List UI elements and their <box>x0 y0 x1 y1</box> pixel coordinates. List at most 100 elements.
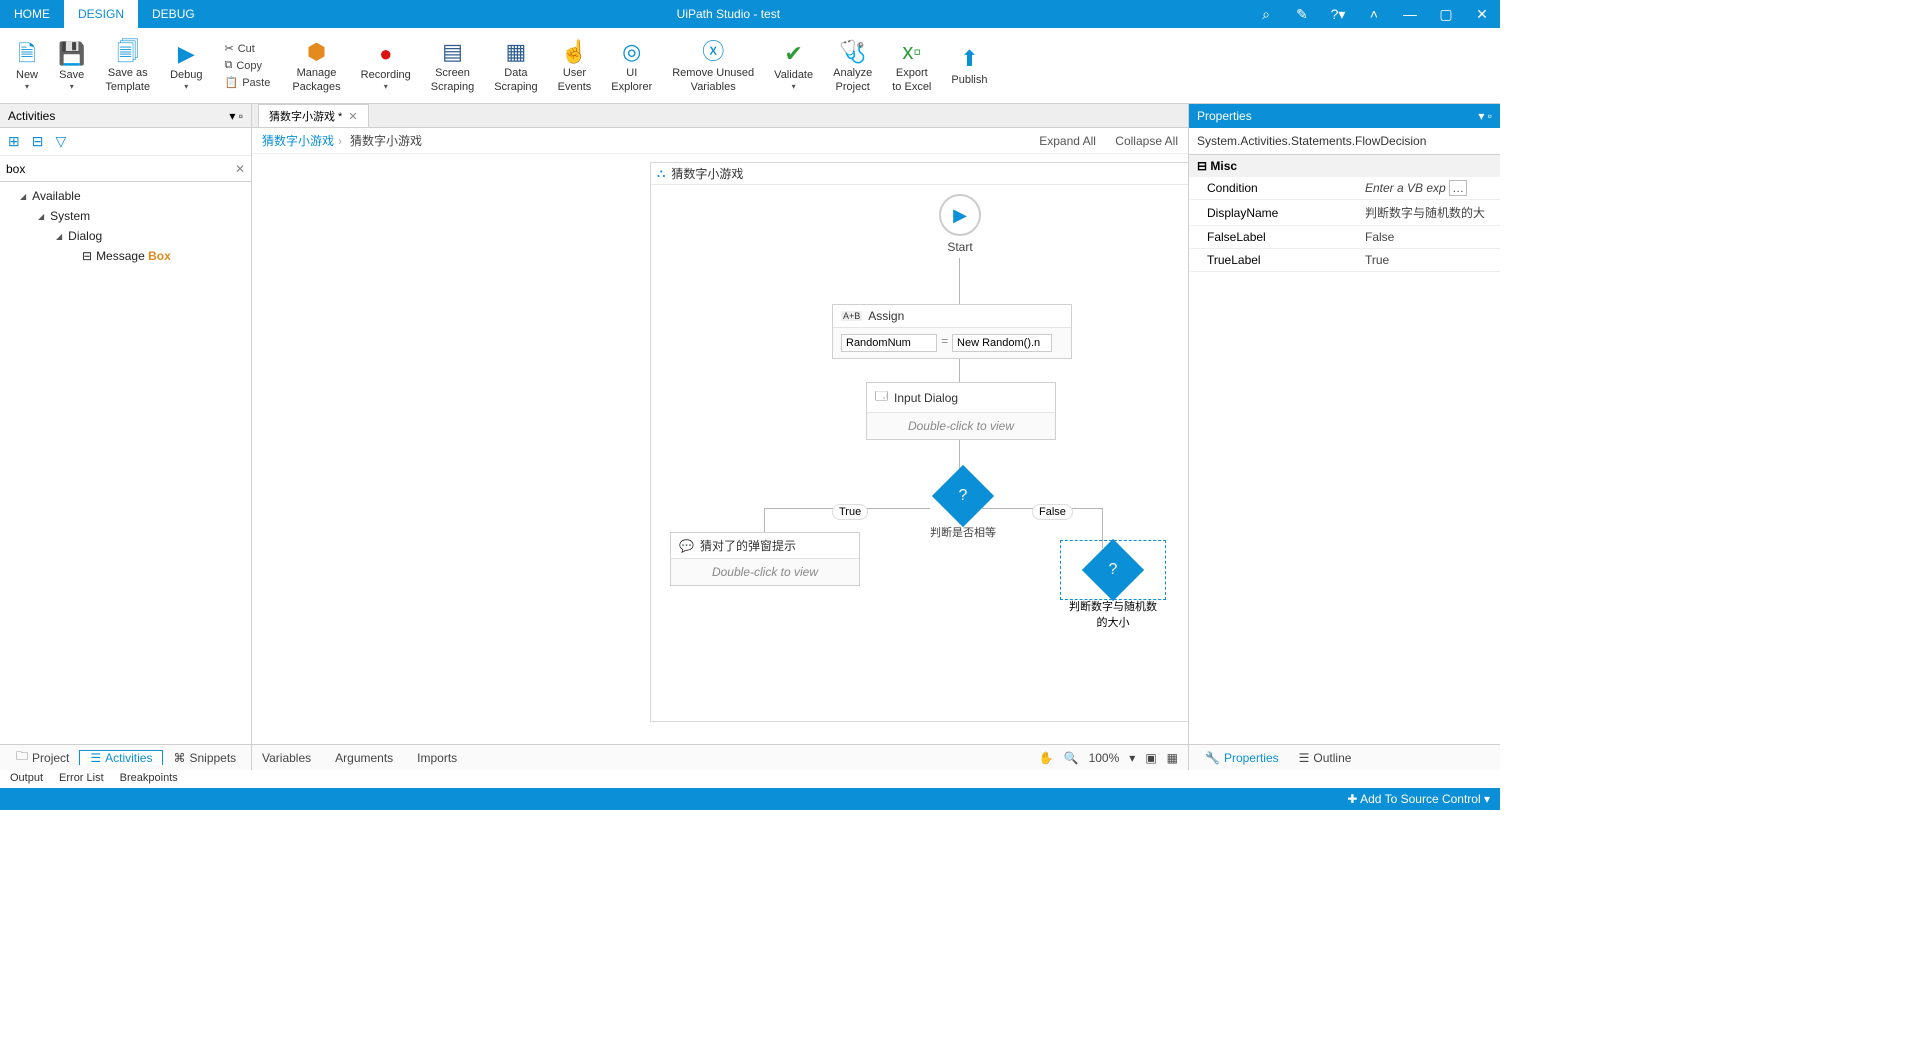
ribbon-validate[interactable]: ✔Validate▾ <box>764 30 823 101</box>
activities-search-input[interactable] <box>6 162 235 176</box>
flow-decision-1[interactable]: ? 判断是否相等 <box>930 474 996 540</box>
fit-icon[interactable]: ▣ <box>1145 751 1156 765</box>
ribbon-save-as-template[interactable]: 🗐Save as Template <box>95 30 160 101</box>
prop-displayname[interactable]: DisplayName 判断数字与随机数的大 <box>1189 200 1500 226</box>
tab-activities[interactable]: ☰Activities <box>79 750 163 765</box>
ribbon-copy[interactable]: ⧉Copy <box>218 57 276 74</box>
help-icon[interactable]: ?▾ <box>1320 6 1356 23</box>
ribbon-recording[interactable]: ●Recording▾ <box>351 30 421 101</box>
left-bottom-tabs: 🗀Project ☰Activities ⌘Snippets <box>0 744 251 770</box>
breakpoints-tab[interactable]: Breakpoints <box>120 772 178 786</box>
tab-design[interactable]: DESIGN <box>64 0 138 28</box>
ribbon-remove-unused-variables[interactable]: ⓧRemove Unused Variables <box>662 30 764 101</box>
tree-available[interactable]: Available <box>6 186 245 206</box>
pan-icon[interactable]: ✋ <box>1039 751 1054 765</box>
prop-value[interactable]: False <box>1359 226 1500 248</box>
equals-label: = <box>941 334 948 352</box>
filter-icon[interactable]: ▽ <box>55 133 66 150</box>
ribbon-data-scraping[interactable]: ▦Data Scraping <box>484 30 547 101</box>
assign-icon: A+B <box>841 311 862 321</box>
maximize-icon[interactable]: ▢ <box>1428 6 1464 23</box>
start-node[interactable]: ▶ Start <box>938 194 982 258</box>
tab-properties[interactable]: 🔧Properties <box>1195 751 1289 765</box>
tab-outline[interactable]: ☰Outline <box>1289 751 1362 765</box>
arguments-tab[interactable]: Arguments <box>335 751 393 765</box>
prop-value[interactable]: 判断数字与随机数的大 <box>1359 200 1500 225</box>
tree-message-box[interactable]: ⊟ Message Box <box>6 246 245 266</box>
overview-icon[interactable]: ▦ <box>1167 751 1178 765</box>
zoom-value[interactable]: 100% <box>1089 751 1120 765</box>
copy-icon: ⧉ <box>224 59 232 72</box>
assign-activity[interactable]: A+BAssign = <box>832 304 1072 359</box>
workflow-canvas[interactable]: ⛬ 猜数字小游戏 ! ▶ Start A+BAssign = <box>252 154 1188 744</box>
prop-truelabel[interactable]: TrueLabel True <box>1189 249 1500 272</box>
false-label: False <box>1032 504 1073 520</box>
imports-tab[interactable]: Imports <box>417 751 457 765</box>
feedback-icon[interactable]: ✎ <box>1284 6 1320 23</box>
collapse-all[interactable]: Collapse All <box>1115 134 1178 148</box>
assign-to-input[interactable] <box>841 334 937 352</box>
tab-home[interactable]: HOME <box>0 0 64 28</box>
source-control-button[interactable]: ✚ Add To Source Control ▾ <box>1347 792 1490 806</box>
flowchart-icon: ⛬ <box>657 166 665 181</box>
ribbon-save[interactable]: 💾Save▾ <box>48 30 95 101</box>
collapse-tree-icon[interactable]: ⊟ <box>32 133 44 150</box>
messagebox-activity[interactable]: 💬猜对了的弹窗提示 Double-click to view <box>670 532 860 586</box>
breadcrumb-root[interactable]: 猜数字小游戏 <box>262 132 334 149</box>
diamond-icon: ? <box>1082 539 1144 601</box>
activities-toolbar: ⊞ ⊟ ▽ <box>0 128 251 156</box>
tab-snippets[interactable]: ⌘Snippets <box>163 751 246 765</box>
panel-pin-icon[interactable]: ▾ ▫ <box>1478 109 1492 123</box>
prop-value[interactable]: True <box>1359 249 1500 271</box>
ribbon-screen-scraping[interactable]: ▤Screen Scraping <box>421 30 484 101</box>
collapse-ribbon-icon[interactable]: ˄ <box>1356 6 1392 22</box>
variables-tab[interactable]: Variables <box>262 751 311 765</box>
properties-title: Properties <box>1197 109 1252 123</box>
workflow-frame: ⛬ 猜数字小游戏 ! <box>650 162 1188 722</box>
ribbon-publish[interactable]: ⬆Publish <box>941 30 997 101</box>
connector <box>959 258 960 304</box>
output-tab[interactable]: Output <box>10 772 43 786</box>
ribbon-paste[interactable]: 📋Paste <box>218 74 276 91</box>
ribbon-debug[interactable]: ▶Debug▾ <box>160 30 212 101</box>
prop-condition[interactable]: Condition Enter a VB exp … <box>1189 177 1500 200</box>
flow-decision-2-selected[interactable]: ? 判断数字与随机数的大小 <box>1068 548 1158 630</box>
prop-falselabel[interactable]: FalseLabel False <box>1189 226 1500 249</box>
tree-dialog[interactable]: Dialog <box>6 226 245 246</box>
zoom-dropdown-icon[interactable]: ▾ <box>1129 751 1135 765</box>
category-misc[interactable]: ⊟ Misc <box>1189 155 1500 177</box>
zoom-icon[interactable]: 🔍 <box>1064 751 1079 765</box>
prop-value[interactable]: Enter a VB exp … <box>1359 177 1500 199</box>
assign-value-input[interactable] <box>952 334 1052 352</box>
activities-tree: Available System Dialog ⊟ Message Box <box>0 182 251 270</box>
panel-pin-icon[interactable]: ▾ ▫ <box>229 109 243 123</box>
document-tab[interactable]: 猜数字小游戏 * ✕ <box>258 104 369 127</box>
ribbon-ui-explorer[interactable]: ◎UI Explorer <box>601 30 662 101</box>
ribbon-user-events[interactable]: ☝User Events <box>548 30 602 101</box>
ribbon-export-excel[interactable]: x▫Export to Excel <box>882 30 941 101</box>
doc-tab-close-icon[interactable]: ✕ <box>348 110 357 123</box>
error-list-tab[interactable]: Error List <box>59 772 104 786</box>
dbl-click-hint: Double-click to view <box>867 413 1055 439</box>
title-bar: HOME DESIGN DEBUG UiPath Studio - test ⌕… <box>0 0 1500 28</box>
properties-header: Properties ▾ ▫ <box>1189 104 1500 128</box>
property-grid: ⊟ Misc Condition Enter a VB exp … Displa… <box>1189 155 1500 272</box>
search-icon[interactable]: ⌕ <box>1248 6 1284 23</box>
minimize-icon[interactable]: — <box>1392 6 1428 22</box>
activities-title: Activities <box>8 109 55 123</box>
close-icon[interactable]: ✕ <box>1464 6 1500 23</box>
ribbon-analyze-project[interactable]: 🩺Analyze Project <box>823 30 882 101</box>
ribbon-manage-packages[interactable]: ⬢Manage Packages <box>282 30 350 101</box>
ribbon-cut[interactable]: ✂Cut <box>218 40 276 57</box>
tab-project[interactable]: 🗀Project <box>6 747 79 768</box>
breadcrumb-current: 猜数字小游戏 <box>350 132 422 149</box>
clear-search-icon[interactable]: ✕ <box>235 162 245 176</box>
ribbon-new[interactable]: 🗎New▾ <box>6 30 48 101</box>
input-dialog-activity[interactable]: 🗔Input Dialog Double-click to view <box>866 382 1056 440</box>
tab-debug[interactable]: DEBUG <box>138 0 209 28</box>
tree-system[interactable]: System <box>6 206 245 226</box>
prop-key: TrueLabel <box>1189 249 1359 271</box>
expand-tree-icon[interactable]: ⊞ <box>8 133 20 150</box>
expand-all[interactable]: Expand All <box>1039 134 1096 148</box>
activities-header: Activities ▾ ▫ <box>0 104 251 128</box>
